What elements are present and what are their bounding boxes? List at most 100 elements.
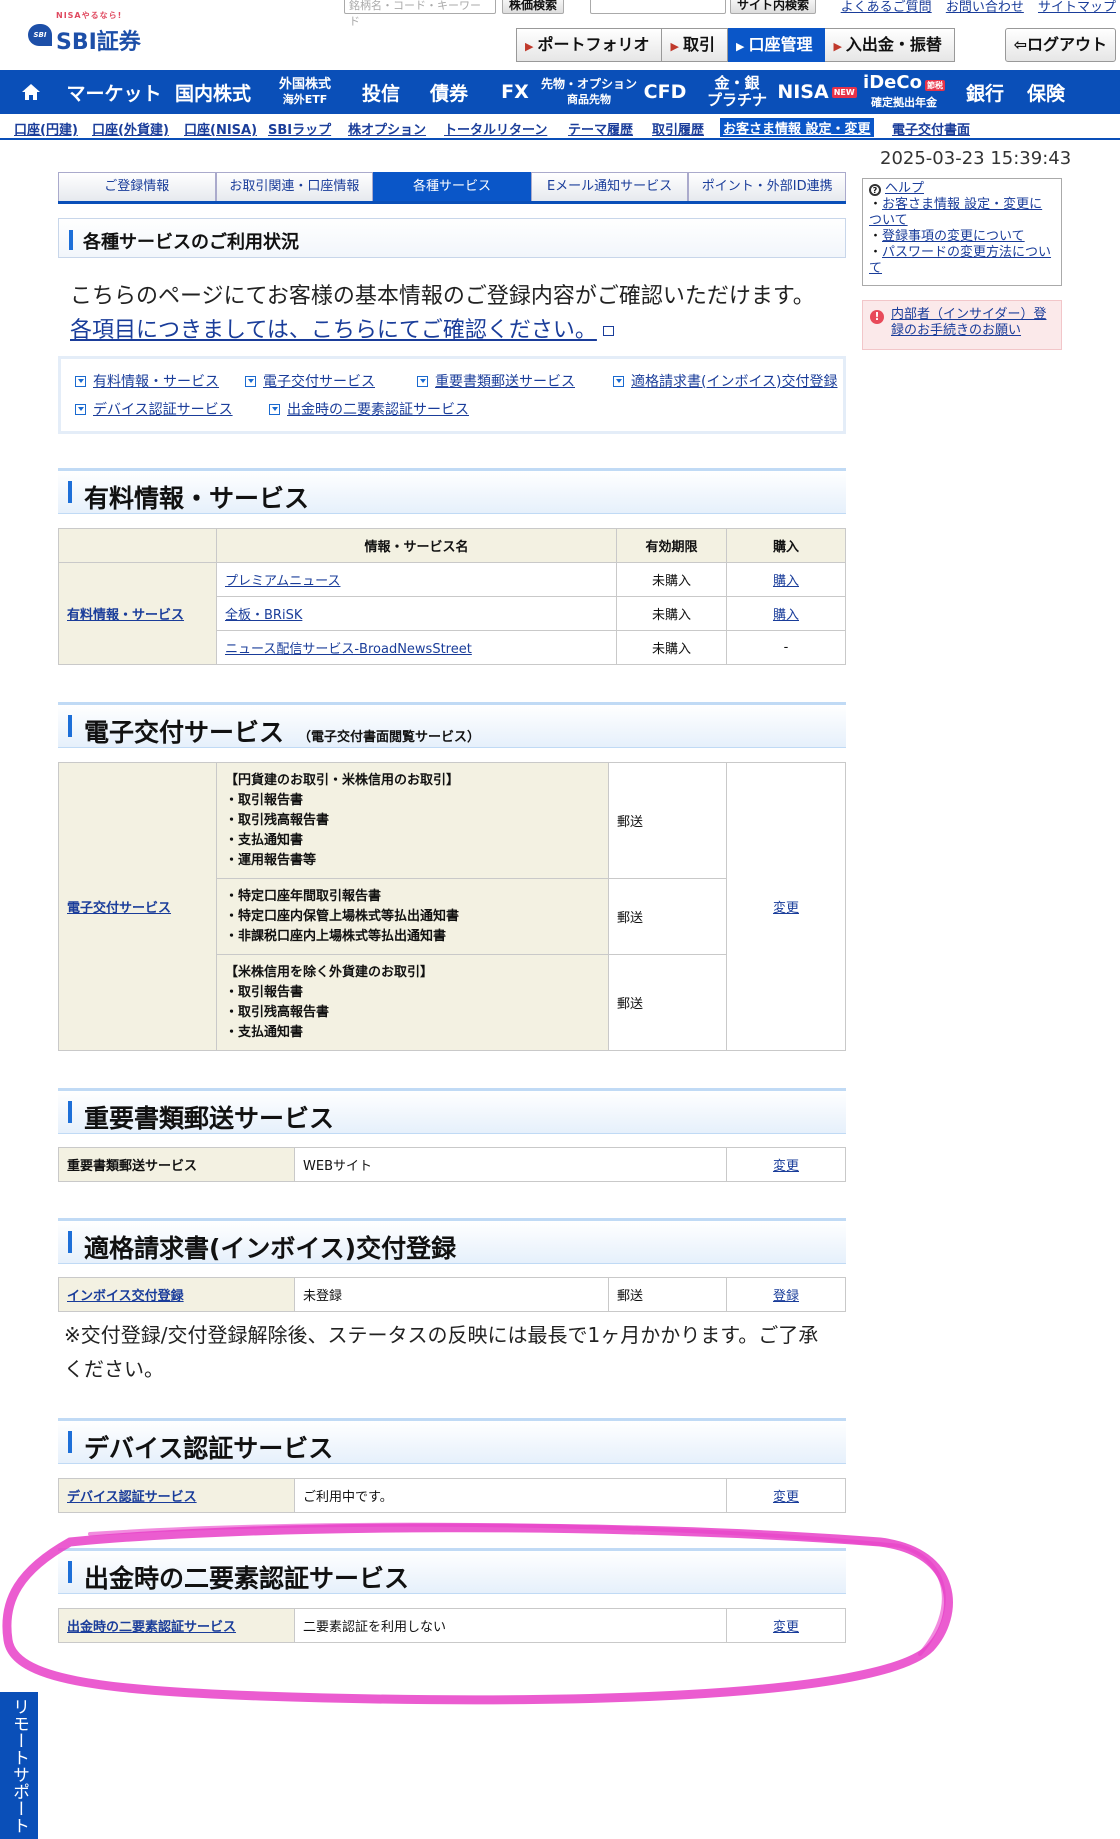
anchor-invoice[interactable]: 適格請求書(インボイス)交付登録: [613, 371, 838, 391]
anchor-arrow-icon: [269, 404, 280, 415]
invoice-registration-link[interactable]: インボイス交付登録: [67, 1289, 184, 1304]
subnav-sbi-wrap[interactable]: SBIラップ: [268, 119, 331, 138]
sbi-logo[interactable]: NISAやるなら! SBI SBI証券: [28, 10, 158, 55]
purchase-cell: -: [726, 630, 846, 665]
important-mail-change-link[interactable]: 変更: [773, 1159, 799, 1174]
subnav-theme-history[interactable]: テーマ履歴: [568, 119, 633, 138]
anchor-device-auth[interactable]: デバイス認証サービス: [75, 399, 233, 419]
search-input[interactable]: 銘柄名・コード・キーワード: [344, 0, 496, 28]
change-cell: 変更: [726, 762, 846, 1051]
anchor-paid-services[interactable]: 有料情報・サービス: [75, 371, 219, 391]
details-link[interactable]: 各項目につきましては、こちらにてご確認ください。: [70, 318, 597, 343]
important-mail-table: 重要書類郵送サービス WEBサイト 変更: [58, 1147, 846, 1182]
device-auth-change-link[interactable]: 変更: [773, 1490, 799, 1505]
nav-fx[interactable]: FX: [486, 70, 544, 114]
nav-line1: 金・銀: [714, 74, 760, 92]
help-link-customer-settings[interactable]: お客さま情報 設定・変更について: [869, 197, 1042, 228]
expiry-cell: 未購入: [616, 596, 727, 631]
anchor-two-factor[interactable]: 出金時の二要素認証サービス: [269, 399, 469, 419]
contact-link[interactable]: お問い合わせ: [946, 0, 1024, 15]
anchor-important-mail[interactable]: 重要書類郵送サービス: [417, 371, 575, 391]
paid-services-link[interactable]: 有料情報・サービス: [67, 608, 184, 623]
nav-foreign-stocks[interactable]: 外国株式 海外ETF: [260, 70, 350, 114]
nav-bank[interactable]: 銀行: [952, 70, 1018, 114]
nav-nisa[interactable]: NISA NEW: [777, 70, 857, 114]
subnav-account-jpy[interactable]: 口座(円建): [14, 119, 78, 138]
header-help-links: よくあるご質問 お問い合わせ サイトマップ: [831, 0, 1116, 15]
document-line: ・取引残高報告書: [225, 1004, 330, 1020]
logout-button[interactable]: ⇦ログアウト: [1004, 28, 1116, 62]
help-box: ? ヘルプ ・お客さま情報 設定・変更について ・登録事項の変更について ・パスワ…: [862, 178, 1062, 286]
tab-registration-info[interactable]: ご登録情報: [58, 172, 216, 201]
tab-account-management[interactable]: ▶ 口座管理: [727, 28, 826, 62]
section-invoice: 適格請求書(インボイス)交付登録: [58, 1218, 846, 1264]
site-search-button[interactable]: サイト内検索: [730, 0, 817, 14]
purchase-link[interactable]: 購入: [773, 608, 799, 623]
help-link[interactable]: ヘルプ: [885, 181, 924, 196]
tab-points-external-id[interactable]: ポイント・外部ID連携: [688, 172, 846, 201]
service-name-link[interactable]: ニュース配信サービス-BroadNewsStreet: [225, 642, 472, 657]
e-delivery-change-link[interactable]: 変更: [773, 901, 799, 916]
sitemap-link[interactable]: サイトマップ: [1038, 0, 1116, 15]
tab-services[interactable]: 各種サービス: [373, 172, 531, 201]
purchase-link[interactable]: 購入: [773, 574, 799, 589]
invoice-table: インボイス交付登録 未登録 郵送 登録: [58, 1277, 846, 1312]
anchor-e-delivery[interactable]: 電子交付サービス: [245, 371, 375, 391]
nav-line2: プラチナ: [706, 91, 767, 109]
nav-insurance[interactable]: 保険: [1018, 70, 1074, 114]
section-e-delivery: 電子交付サービス （電子交付書面閲覧サービス）: [58, 702, 846, 748]
nav-ideco[interactable]: iDeCo 節税 確定拠出年金: [856, 70, 952, 114]
tab-deposit-transfer[interactable]: ▶ 入出金・振替: [825, 28, 955, 62]
nav-futures-options[interactable]: 先物・オプション 商品先物: [541, 70, 637, 114]
triangle-right-icon: ▶: [833, 40, 842, 53]
nav-domestic-stocks[interactable]: 国内株式: [166, 70, 260, 114]
e-delivery-link[interactable]: 電子交付サービス: [67, 901, 171, 916]
nav-line2: 確定拠出年金: [871, 96, 937, 109]
nav-funds[interactable]: 投信: [350, 70, 412, 114]
device-auth-link[interactable]: デバイス認証サービス: [67, 1490, 197, 1505]
subnav-stock-option[interactable]: 株オプション: [348, 119, 426, 138]
remote-support-tab[interactable]: リモートサポート: [0, 1692, 38, 1839]
service-name-link[interactable]: 全板・BRiSK: [225, 608, 302, 623]
anchor-label: 重要書類郵送サービス: [435, 374, 575, 390]
content-tabs: ご登録情報 お取引関連・口座情報 各種サービス Eメール通知サービス ポイント・…: [58, 172, 846, 204]
triangle-right-icon: ▶: [670, 40, 679, 53]
service-name-link[interactable]: プレミアムニュース: [225, 574, 340, 589]
anchor-arrow-icon: [75, 376, 86, 387]
nav-bonds[interactable]: 債券: [412, 70, 486, 114]
logo-tagline: NISAやるなら!: [56, 11, 123, 20]
table-row: デバイス認証サービス ご利用中です。 変更: [58, 1478, 846, 1513]
home-button[interactable]: [0, 70, 62, 114]
insider-link[interactable]: 内部者（インサイダー）登録のお手続きのお願い: [891, 307, 1046, 338]
tab-portfolio[interactable]: ▶ ポートフォリオ: [516, 28, 663, 62]
nav-cfd[interactable]: CFD: [634, 70, 696, 114]
nav-precious-metals[interactable]: 金・銀 プラチナ: [696, 70, 778, 114]
tab-email-notification[interactable]: Eメール通知サービス: [530, 172, 689, 201]
site-search-input[interactable]: [590, 0, 726, 14]
section-title: 適格請求書(インボイス)交付登録: [84, 1234, 457, 1263]
value-cell: 未登録: [294, 1277, 609, 1312]
expiry-cell: 未購入: [616, 562, 727, 597]
stock-search-button[interactable]: 株価検索: [502, 0, 565, 14]
service-name-cell: ニュース配信サービス-BroadNewsStreet: [216, 630, 617, 665]
faq-link[interactable]: よくあるご質問: [841, 0, 932, 15]
nav-market[interactable]: マーケット: [62, 70, 166, 114]
subnav-e-documents[interactable]: 電子交付書面: [892, 119, 970, 138]
subnav-trade-history[interactable]: 取引履歴: [652, 119, 704, 138]
section-note: （電子交付書面閲覧サービス）: [298, 730, 481, 745]
document-line: ・非課税口座内上場株式等払出通知書: [225, 928, 447, 944]
subnav-customer-settings[interactable]: お客さま情報 設定・変更: [720, 118, 874, 137]
help-icon: ?: [869, 184, 881, 196]
help-link-registration-change[interactable]: 登録事項の変更について: [882, 229, 1025, 244]
tab-trading-account-info[interactable]: お取引関連・口座情報: [215, 172, 374, 201]
subnav-account-foreign[interactable]: 口座(外貨建): [92, 119, 169, 138]
subnav-total-return[interactable]: トータルリターン: [444, 119, 547, 138]
tab-label: ポートフォリオ: [537, 35, 650, 54]
document-line: ・取引報告書: [225, 792, 304, 808]
tab-trade[interactable]: ▶ 取引: [662, 28, 728, 62]
invoice-register-link[interactable]: 登録: [773, 1289, 799, 1304]
service-name-cell: プレミアムニュース: [216, 562, 617, 597]
help-link-password-change[interactable]: パスワードの変更方法について: [869, 245, 1051, 276]
subnav-account-nisa[interactable]: 口座(NISA): [184, 119, 257, 138]
document-line: ・支払通知書: [225, 1024, 304, 1040]
